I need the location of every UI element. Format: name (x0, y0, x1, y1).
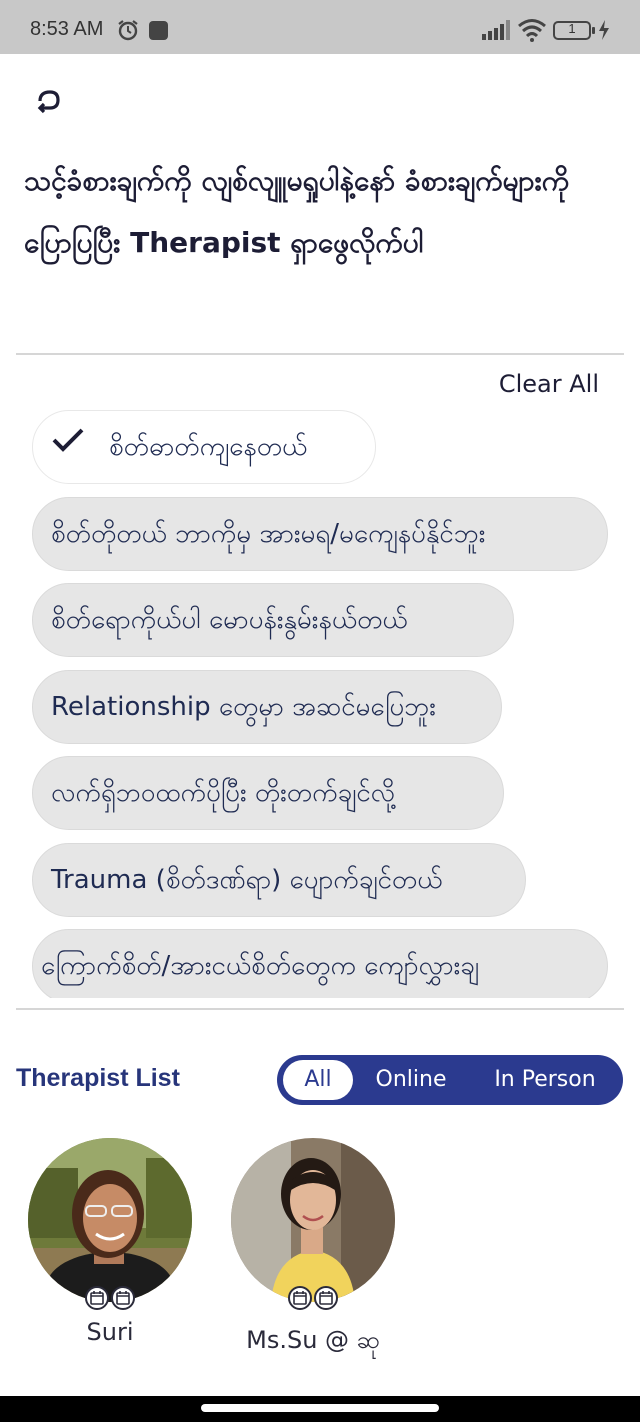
chip-label: စိတ်ဓာတ်ကျနေတယ် (109, 432, 308, 462)
mode-filter-segmented-control: All Online In Person (277, 1055, 623, 1105)
battery-level: 1 (568, 21, 576, 36)
therapist-name[interactable]: Ms.Su @ ဆု (230, 1324, 396, 1360)
status-time: 8:53 AM (30, 18, 104, 40)
back-button[interactable] (30, 84, 66, 120)
chip-label: လက်ရှိဘဝထက်ပိုပြီး တိုးတက်ချင်လို့ (51, 778, 396, 808)
chip-label: စိတ်ရောကိုယ်ပါ မောပန်းနွမ်းနယ်တယ် (51, 605, 408, 635)
avatar (28, 1138, 192, 1302)
feeling-chip-list: စိတ်ဓာတ်ကျနေတယ် စိတ်တိုတယ် ဘာကိုမှ အားမရ… (32, 410, 612, 998)
divider (16, 1008, 624, 1010)
feeling-chip[interactable]: စိတ်တိုတယ် ဘာကိုမှ အားမရ/မကျေနပ်နိုင်ဘူး (32, 497, 608, 571)
feeling-chip[interactable]: လက်ရှိဘဝထက်ပိုပြီး တိုးတက်ချင်လို့ (32, 756, 504, 830)
divider (16, 353, 624, 355)
back-arrow-icon (37, 90, 60, 114)
segment-online[interactable]: Online (365, 1060, 457, 1100)
battery-icon: 1 (553, 21, 595, 40)
chip-label: Relationship တွေမှာ အဆင်မပြေဘူး (51, 692, 436, 722)
segment-in-person[interactable]: In Person (477, 1060, 613, 1100)
calendar-icon (288, 1286, 312, 1310)
check-icon (51, 411, 85, 481)
chip-label: စိတ်တိုတယ် ဘာကိုမှ အားမရ/မကျေနပ်နိုင်ဘူး (51, 519, 486, 549)
calendar-icon (111, 1286, 135, 1310)
segment-all[interactable]: All (283, 1060, 353, 1100)
therapist-mode-icons (27, 1286, 193, 1314)
feeling-chip[interactable]: Trauma (စိတ်ဒဏ်ရာ) ပျောက်ချင်တယ် (32, 843, 526, 917)
home-indicator[interactable] (201, 1404, 439, 1412)
clear-all-button[interactable]: Clear All (499, 370, 599, 398)
therapist-list-title: Therapist List (16, 1064, 180, 1092)
calendar-icon (314, 1286, 338, 1310)
feeling-chip[interactable]: စိတ်ရောကိုယ်ပါ မောပန်းနွမ်းနယ်တယ် (32, 583, 514, 657)
feeling-chip[interactable]: ကြောက်စိတ်/အားငယ်စိတ်တွေက ကျော်လွှားချ (32, 929, 608, 998)
therapist-card-ms-su[interactable] (230, 1138, 396, 1302)
page-title: သင့်ခံစားချက်ကို လျစ်လျူမရှုပါနဲ့နော် ခံ… (24, 164, 570, 259)
avatar (231, 1138, 395, 1302)
chip-label: ကြောက်စိတ်/အားငယ်စိတ်တွေက ကျော်လွှားချ (41, 951, 479, 981)
calendar-icon (85, 1286, 109, 1310)
signal-icon (482, 20, 512, 44)
charging-icon (598, 20, 610, 44)
feeling-chip[interactable]: Relationship တွေမှာ အဆင်မပြေဘူး (32, 670, 502, 744)
status-bar: 8:53 AM 1 (0, 0, 640, 54)
therapist-mode-icons (230, 1286, 396, 1314)
feeling-chip-selected[interactable]: စိတ်ဓာတ်ကျနေတယ် (32, 410, 376, 484)
app-notification-icon (149, 21, 168, 40)
therapist-card-suri[interactable] (27, 1138, 193, 1302)
therapist-name[interactable]: Suri (27, 1318, 193, 1346)
wifi-icon (517, 18, 547, 46)
alarm-icon (116, 19, 140, 45)
chip-label: Trauma (စိတ်ဒဏ်ရာ) ပျောက်ချင်တယ် (51, 865, 443, 895)
